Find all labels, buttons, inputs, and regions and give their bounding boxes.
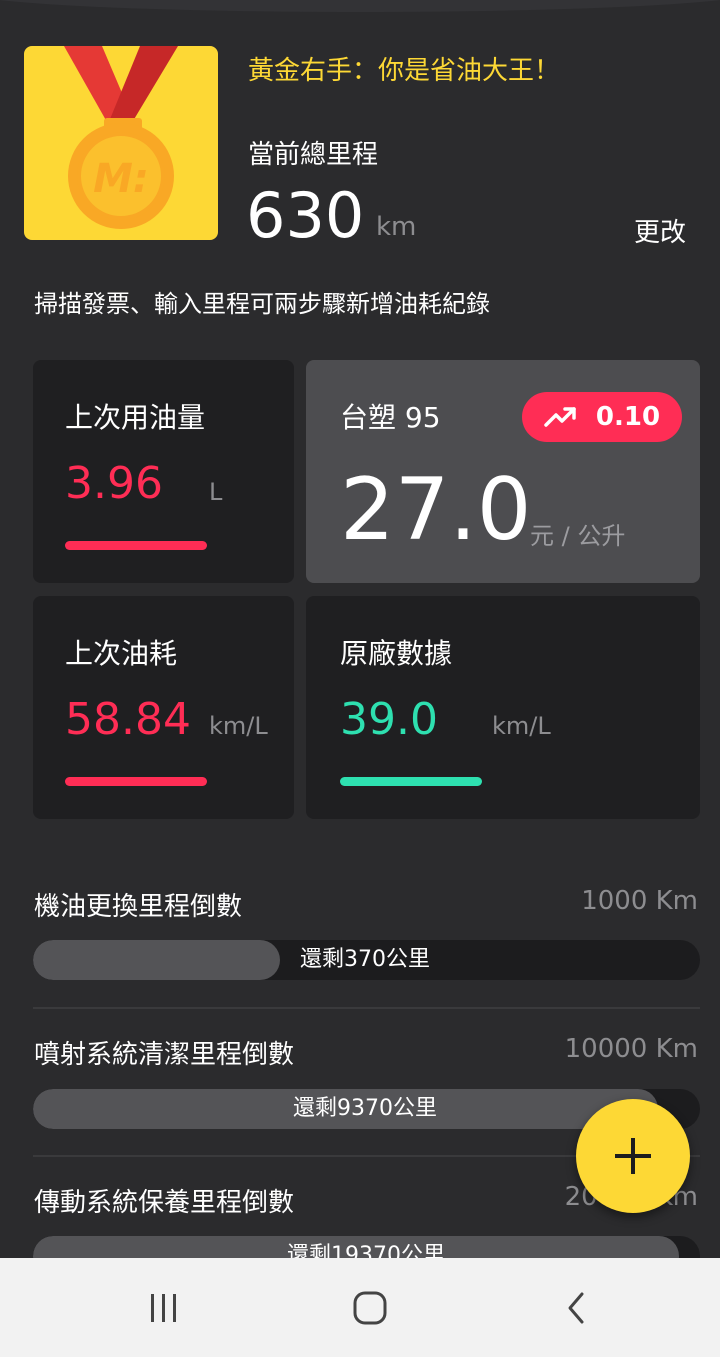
fuel-type-title: 台塑 95	[340, 401, 441, 434]
last-consumption-unit: km/L	[209, 712, 268, 740]
transmission-service-progress[interactable]: 還剩19370公里	[33, 1236, 700, 1258]
factory-data-card[interactable]: 原廠數據 39.0 km/L	[306, 596, 700, 819]
injection-clean-title: 噴射系統清潔里程倒數	[34, 1040, 295, 1070]
oil-change-title: 機油更換里程倒數	[34, 892, 243, 922]
odometer-label: 當前總里程	[248, 140, 379, 170]
recent-apps-icon	[151, 1294, 176, 1322]
divider	[33, 1007, 700, 1009]
achievement-badge: M:	[24, 46, 218, 240]
odometer-value: 630	[246, 179, 365, 252]
svg-text:M:: M:	[93, 156, 149, 202]
factory-data-value: 39.0	[340, 694, 438, 745]
oil-change-progress[interactable]: 還剩370公里	[33, 940, 700, 980]
gold-medal-icon: M:	[64, 46, 178, 229]
last-fuel-card[interactable]: 上次用油量 3.96 L	[33, 360, 294, 583]
oil-change-remaining: 還剩370公里	[300, 947, 430, 972]
trending-up-icon	[544, 407, 576, 427]
last-fuel-unit: L	[209, 478, 223, 506]
app-screen: M: 黃金右手：你是省油大王！ 當前總里程 630 km 更改 掃描發票、輸入里…	[0, 0, 720, 1258]
back-icon	[568, 1292, 584, 1324]
oil-change-total: 1000 Km	[581, 886, 698, 916]
home-button[interactable]	[340, 1286, 400, 1330]
fuel-price-card[interactable]: 台塑 95 0.10 27.0 元 / 公升	[306, 360, 700, 583]
top-decoration	[0, 0, 720, 12]
progress-fill	[33, 940, 280, 980]
factory-data-bar	[340, 777, 482, 786]
system-navigation-bar	[0, 1258, 720, 1357]
injection-clean-total: 10000 Km	[564, 1034, 698, 1064]
hint-text: 掃描發票、輸入里程可兩步驟新增油耗紀錄	[34, 290, 490, 318]
odometer-unit: km	[376, 212, 417, 242]
transmission-service-title: 傳動系統保養里程倒數	[34, 1188, 295, 1218]
recent-apps-button[interactable]	[134, 1286, 194, 1330]
fuel-price-value: 27.0	[340, 460, 532, 560]
last-fuel-title: 上次用油量	[65, 401, 206, 434]
last-consumption-title: 上次油耗	[65, 637, 178, 670]
achievement-title: 黃金右手：你是省油大王！	[248, 56, 561, 86]
price-trend-badge: 0.10	[522, 392, 682, 442]
plus-icon	[615, 1138, 651, 1174]
add-record-button[interactable]	[576, 1099, 690, 1213]
last-fuel-value: 3.96	[65, 458, 163, 509]
home-icon	[353, 1291, 387, 1325]
last-consumption-value: 58.84	[65, 694, 191, 745]
price-trend-value: 0.10	[595, 402, 661, 432]
transmission-service-remaining: 還剩19370公里	[287, 1243, 445, 1258]
last-fuel-bar	[65, 541, 207, 550]
change-odometer-button[interactable]: 更改	[634, 212, 686, 249]
factory-data-unit: km/L	[492, 712, 551, 740]
last-consumption-card[interactable]: 上次油耗 58.84 km/L	[33, 596, 294, 819]
back-button[interactable]	[546, 1286, 606, 1330]
fuel-price-unit: 元 / 公升	[530, 522, 626, 550]
factory-data-title: 原廠數據	[340, 637, 453, 670]
last-consumption-bar	[65, 777, 207, 786]
injection-clean-remaining: 還剩9370公里	[293, 1096, 437, 1121]
